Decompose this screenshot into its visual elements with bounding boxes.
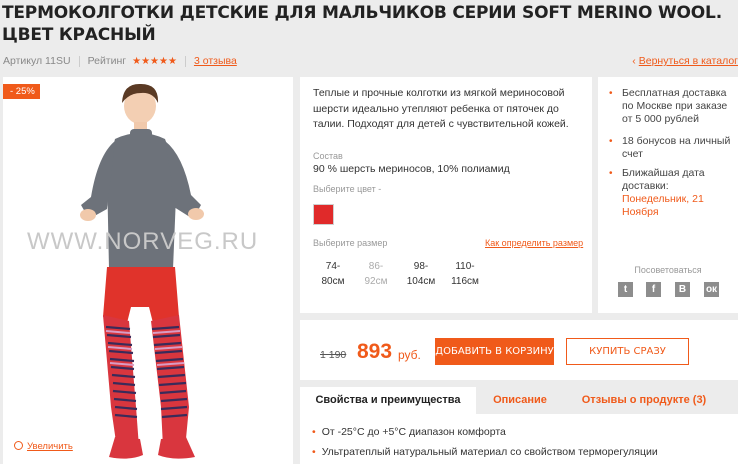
- product-description: Теплые и прочные колготки из мягкой мери…: [313, 87, 569, 130]
- bonus-info: • 18 бонусов на личный счет: [609, 135, 734, 161]
- rating-stars: ★★★★★: [132, 55, 177, 67]
- bonus-text: 18 бонусов на личный счет: [622, 135, 731, 160]
- buy-now-button[interactable]: КУПИТЬ СРАЗУ: [566, 338, 689, 365]
- divider: [184, 55, 186, 67]
- size-option[interactable]: 98- 104см: [398, 259, 444, 289]
- composition-value: 90 % шерсть мериносов, 10% полиамид: [313, 163, 510, 175]
- zoom-link[interactable]: Увеличить: [14, 441, 73, 452]
- back-arrow-icon: ‹: [632, 55, 636, 67]
- size-option[interactable]: 74- 80см: [310, 259, 356, 289]
- boy-in-tights-illustration: [80, 83, 204, 459]
- delivery-info-panel: • Бесплатная доставка по Москве при зака…: [598, 77, 738, 313]
- page-title: ТЕРМОКОЛГОТКИ ДЕТСКИЕ ДЛЯ МАЛЬЧИКОВ СЕРИ…: [2, 3, 722, 45]
- composition-label: Состав: [313, 151, 343, 161]
- share-label: Посоветоваться: [634, 265, 702, 275]
- rating-label: Рейтинг: [87, 55, 127, 67]
- reviews-link[interactable]: 3 отзыва: [194, 55, 237, 67]
- article-number: Артикул 11SU: [3, 55, 71, 67]
- vk-icon[interactable]: B: [675, 282, 690, 297]
- size-top: 98-: [413, 261, 429, 272]
- size-label: Выберите размер: [313, 238, 388, 248]
- zoom-label: Увеличить: [27, 441, 73, 452]
- zoom-icon: [14, 441, 23, 450]
- size-top: 110-: [455, 261, 475, 272]
- tab-properties[interactable]: Свойства и преимущества: [300, 387, 476, 414]
- delivery-text: Бесплатная доставка по Москве при заказе…: [622, 87, 728, 125]
- discount-badge: - 25%: [3, 84, 40, 99]
- product-image[interactable]: [3, 77, 293, 464]
- size-guide-link[interactable]: Как определить размер: [485, 238, 583, 248]
- size-option-disabled: 86- 92см: [353, 259, 399, 289]
- size-bottom: 116см: [451, 276, 479, 287]
- bullet-icon: •: [312, 446, 316, 458]
- property-item: • От -25°С до +5°С диапазон комфорта: [312, 426, 506, 438]
- bullet-icon: •: [609, 168, 613, 179]
- back-to-catalog-link[interactable]: ‹ Вернуться в каталог: [632, 55, 738, 67]
- delivery-date-info: • Ближайшая дата доставки: Понедельник, …: [609, 167, 734, 219]
- divider: [78, 55, 80, 67]
- property-text: Ультратеплый натуральный материал со сво…: [321, 446, 658, 458]
- price: 893: [357, 340, 393, 363]
- property-item: • Ультратеплый натуральный материал со св…: [312, 446, 658, 458]
- add-to-cart-button[interactable]: ДОБАВИТЬ В КОРЗИНУ: [435, 338, 554, 365]
- size-bottom: 104см: [406, 276, 436, 287]
- size-top: 74-: [325, 261, 341, 272]
- size-bottom: 92см: [364, 276, 388, 287]
- currency: руб.: [398, 348, 421, 362]
- size-option[interactable]: 110- 116см: [442, 259, 488, 289]
- watermark: WWW.NORVEG.RU: [27, 228, 259, 255]
- odnoklassniki-icon[interactable]: ок: [704, 282, 719, 297]
- delivery-date-value: Понедельник, 21 Ноября: [622, 193, 704, 218]
- color-swatch-red[interactable]: [313, 204, 334, 225]
- property-text: От -25°С до +5°С диапазон комфорта: [321, 426, 506, 438]
- old-price: 1 190: [320, 349, 347, 361]
- bullet-icon: •: [312, 426, 316, 438]
- tab-reviews[interactable]: Отзывы о продукте (3): [564, 387, 724, 414]
- product-meta: Артикул 11SU Рейтинг ★★★★★ 3 отзыва: [3, 55, 237, 67]
- size-bottom: 80см: [321, 276, 345, 287]
- facebook-icon[interactable]: f: [646, 282, 661, 297]
- size-top: 86-: [368, 261, 384, 272]
- twitter-icon[interactable]: t: [618, 282, 633, 297]
- tab-description[interactable]: Описание: [476, 387, 564, 414]
- delivery-info: • Бесплатная доставка по Москве при зака…: [609, 87, 734, 126]
- delivery-date-label: Ближайшая дата доставки:: [622, 167, 705, 192]
- color-label: Выберите цвет -: [313, 184, 382, 194]
- bullet-icon: •: [609, 88, 613, 99]
- bullet-icon: •: [609, 136, 613, 147]
- back-to-catalog-label: Вернуться в каталог: [638, 55, 738, 67]
